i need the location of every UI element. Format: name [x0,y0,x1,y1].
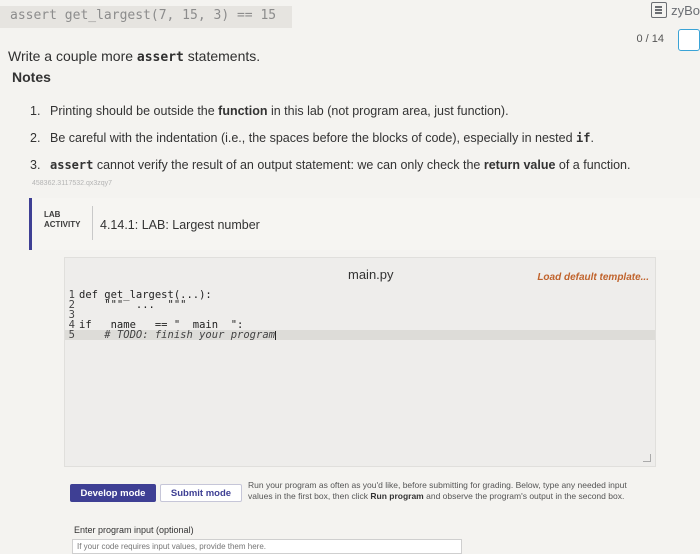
editor-filename: main.py [348,267,394,282]
divider [92,206,93,240]
brand-text: zyBo [671,2,700,18]
note-text: cannot verify the result of an output st… [93,158,484,172]
note-code: assert [50,158,94,172]
submit-mode-button[interactable]: Submit mode [160,484,242,502]
code-editor[interactable]: main.py Load default template... 1 def g… [64,257,656,467]
note-code: if [576,131,591,145]
note-number: 2. [30,131,41,145]
score-text: 0 / 14 [636,33,664,45]
example-assert-code: assert get_largest(7, 15, 3) == 15 [0,6,292,28]
score-box [678,29,700,51]
resize-handle[interactable] [643,454,651,462]
lab-activity-badge: LAB ACTIVITY [44,210,80,230]
program-input-field[interactable] [72,539,462,554]
load-default-template-link[interactable]: Load default template... [537,272,649,283]
run-note-text: and observe the program's output in the … [423,491,625,501]
note-number: 3. [30,158,41,172]
line-number: 5 [68,329,75,341]
intro-text: Write a couple more assert statements. [8,48,260,65]
code-line[interactable]: 2 """ ... """ [65,299,655,311]
run-instructions: Run your program as often as you'd like,… [248,480,648,502]
badge-line: ACTIVITY [44,220,81,229]
active-code-line[interactable]: 5 # TODO: finish your program [65,330,655,340]
note-bold: function [218,104,268,118]
notes-heading: Notes [12,69,51,85]
text-cursor [274,330,276,340]
notes-list: 1. Printing should be outside the functi… [30,103,670,184]
note-item: 1. Printing should be outside the functi… [30,103,670,119]
note-item: 2. Be careful with the indentation (i.e.… [30,130,670,146]
lab-activity-header: LAB ACTIVITY 4.14.1: LAB: Largest number [29,198,700,250]
note-text: Be careful with the indentation (i.e., t… [50,131,577,145]
develop-mode-button[interactable]: Develop mode [70,484,156,502]
code-text: # TODO: finish your program [79,330,276,340]
intro-pre: Write a couple more [8,48,137,64]
note-text: of a function. [555,158,631,172]
run-note-bold: Run program [370,491,424,501]
note-text: . [590,131,594,145]
note-text: in this lab (not program area, just func… [267,104,509,118]
activity-id: 458362.3117532.qx3zqy7 [32,180,113,187]
note-text: Printing should be outside the [50,104,219,118]
intro-post: statements. [183,48,261,64]
code-text: """ ... """ [79,299,187,311]
note-bold: return value [483,158,556,172]
note-item: 3. assert cannot verify the result of an… [30,157,670,173]
badge-line: LAB [44,210,61,219]
intro-code: assert [136,50,184,65]
code-area[interactable]: 1 def get_largest(...): 2 """ ... """ 3 … [65,290,655,460]
zybooks-brand[interactable]: zyBo [651,2,700,18]
book-icon [651,2,668,18]
lab-title: 4.14.1: LAB: Largest number [100,218,260,232]
code-comment: # TODO: finish your program [79,329,275,341]
note-number: 1. [30,104,41,118]
program-input-label: Enter program input (optional) [74,525,194,535]
